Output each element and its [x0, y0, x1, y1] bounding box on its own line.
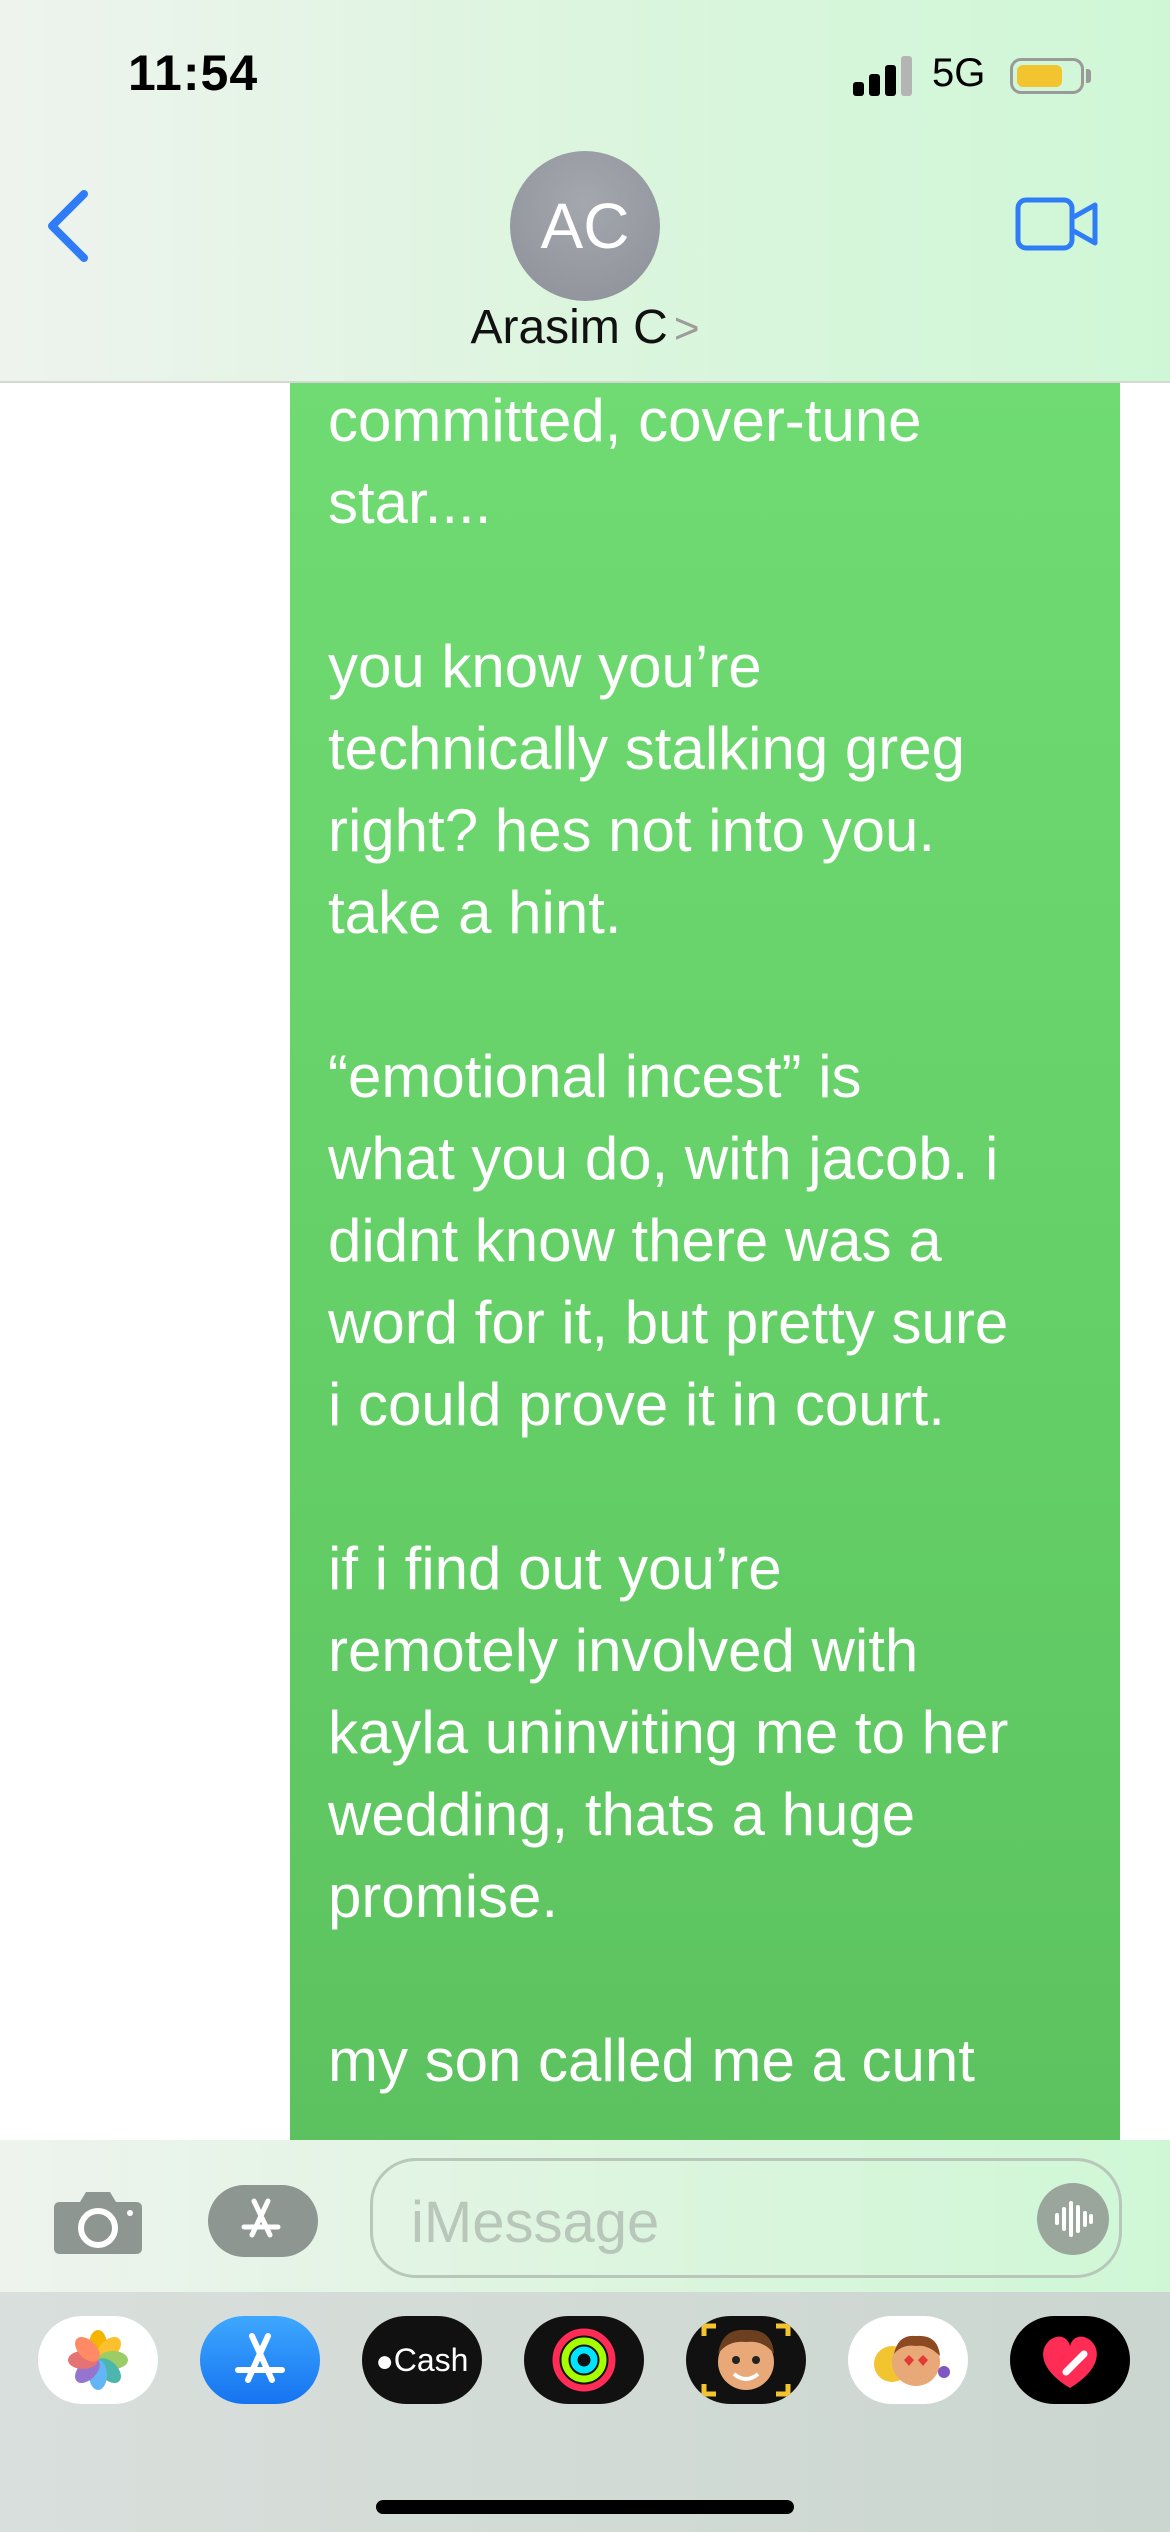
photos-app-button[interactable]: [38, 2316, 158, 2404]
audio-waveform-icon: [1055, 2201, 1093, 2237]
apple-logo-icon: ●: [375, 2345, 394, 2378]
memoji-icon: [701, 2323, 791, 2397]
app-store-icon: [235, 2333, 285, 2383]
message-placeholder: iMessage: [411, 2190, 660, 2255]
app-store-button[interactable]: [208, 2185, 318, 2257]
cellular-signal-icon: [853, 56, 915, 96]
digital-touch-icon: [1043, 2336, 1097, 2388]
memoji-app-button[interactable]: [686, 2316, 806, 2404]
chevron-right-icon: >: [673, 304, 700, 353]
digital-touch-app-button[interactable]: [1010, 2316, 1130, 2404]
battery-icon: [1010, 58, 1084, 94]
network-type: 5G: [932, 51, 986, 95]
app-store-app-button[interactable]: [200, 2316, 320, 2404]
memoji-stickers-icon: [874, 2335, 950, 2386]
message-paragraph: if i find out you’re remotely involved w…: [328, 1535, 1009, 1930]
message-paragraph: you know you’re technically stalking gre…: [328, 633, 966, 946]
message-input-bar: iMessage: [0, 2140, 1170, 2292]
video-camera-icon[interactable]: [1015, 196, 1099, 252]
home-indicator[interactable]: [376, 2500, 794, 2514]
photos-icon: [68, 2330, 128, 2390]
contact-name-button[interactable]: Arasim C >: [0, 300, 1170, 355]
messages-screen: committed, cover-tune star.... you know …: [0, 0, 1170, 2532]
chevron-left-icon[interactable]: [40, 186, 100, 266]
apple-cash-app-button[interactable]: ●Cash: [362, 2316, 482, 2404]
message-paragraph: committed, cover-tune star....: [328, 387, 922, 536]
message-text: committed, cover-tune star.... you know …: [328, 380, 1098, 2184]
contact-name: Arasim C: [470, 301, 668, 354]
app-store-icon: [241, 2197, 315, 2245]
message-paragraph: “emotional incest” is what you do, with …: [328, 1043, 1009, 1438]
activity-rings-icon: [552, 2328, 616, 2392]
apple-cash-icon: ●Cash: [362, 2316, 482, 2404]
status-time: 11:54: [128, 45, 259, 101]
battery-tip: [1086, 69, 1091, 83]
conversation-header: 11:54 5G AC Arasim C >: [0, 0, 1170, 383]
battery-level: [1017, 65, 1062, 87]
message-paragraph: my son called me a cunt: [328, 2027, 975, 2094]
app-drawer: ●Cash: [0, 2292, 1170, 2532]
avatar[interactable]: AC: [510, 151, 660, 301]
message-input[interactable]: iMessage: [370, 2158, 1122, 2278]
activity-app-button[interactable]: [524, 2316, 644, 2404]
memoji-stickers-app-button[interactable]: [848, 2316, 968, 2404]
cash-label: Cash: [393, 2342, 469, 2378]
camera-icon[interactable]: [52, 2186, 144, 2256]
audio-message-button[interactable]: [1037, 2183, 1109, 2255]
outgoing-message-bubble[interactable]: committed, cover-tune star.... you know …: [290, 380, 1120, 2140]
